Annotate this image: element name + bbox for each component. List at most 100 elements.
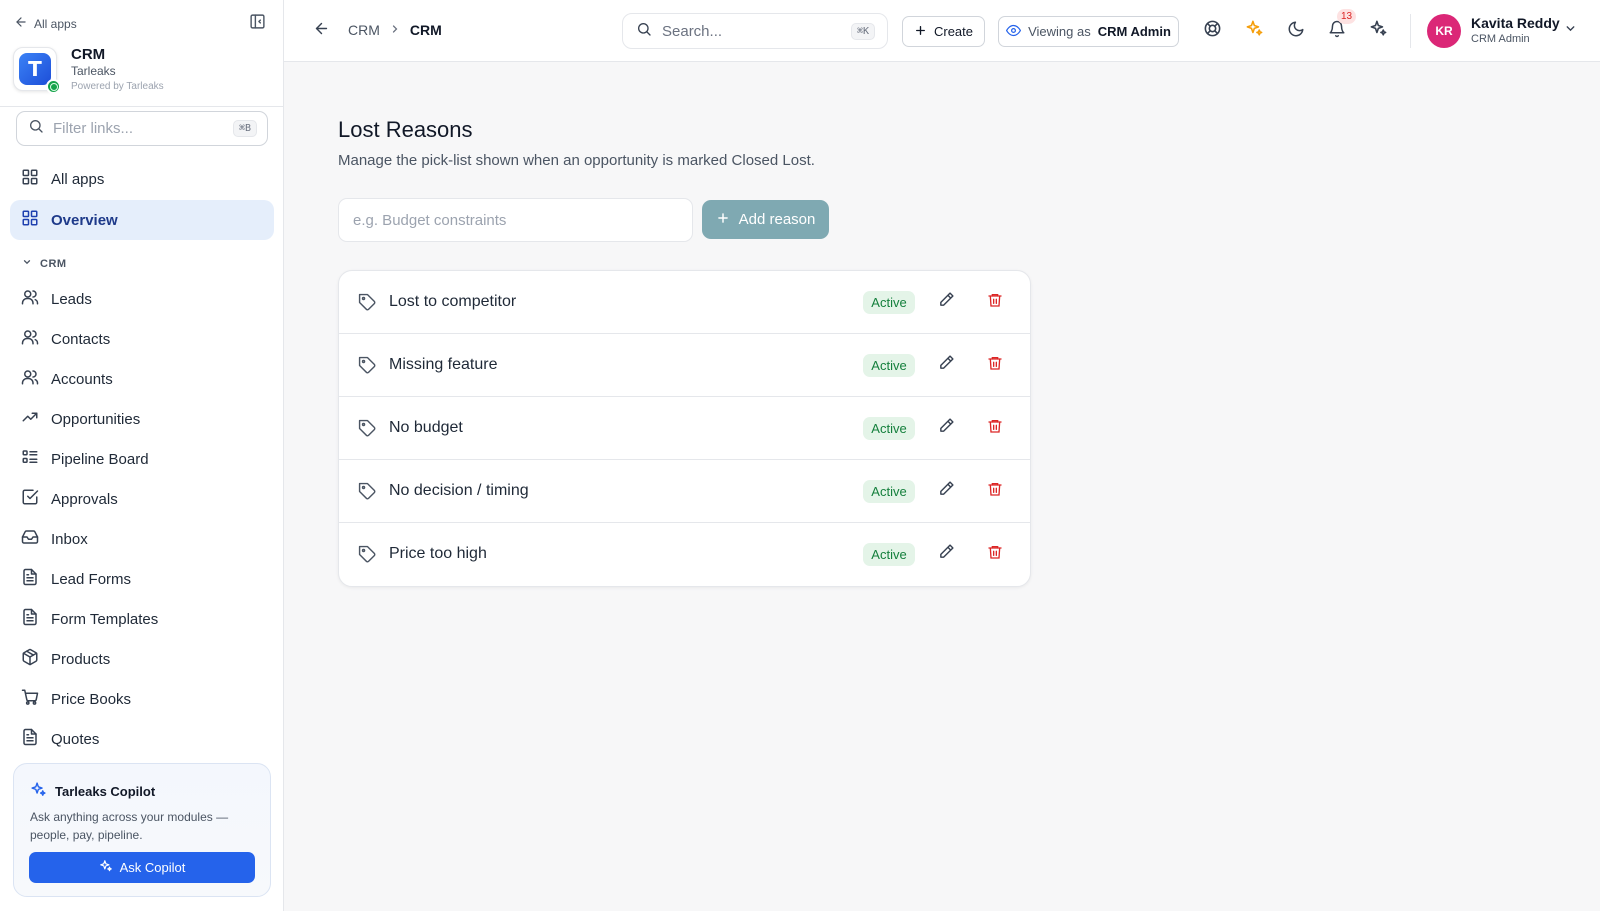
sidebar-header: All apps T CRM Tarleaks Powered by Tarle… [0, 0, 283, 107]
status-badge: Active [863, 543, 915, 566]
breadcrumb-current: CRM [409, 22, 442, 38]
app-powered-by: Powered by Tarleaks [71, 81, 164, 92]
search-icon [28, 118, 44, 139]
help-button[interactable] [1201, 20, 1223, 42]
edit-reason-button[interactable] [935, 543, 957, 565]
sidebar-item-accounts[interactable]: Accounts [10, 359, 274, 399]
sidebar-item-label: Lead Forms [51, 570, 132, 588]
tag-icon [356, 417, 378, 439]
user-menu-button[interactable] [1561, 22, 1579, 40]
global-search-input[interactable] [662, 22, 832, 40]
add-reason-label: Add reason [738, 211, 816, 228]
pencil-icon [938, 543, 955, 565]
package-icon [21, 648, 39, 670]
filter-links-input[interactable] [53, 120, 223, 137]
sidebar-item-label: Leads [51, 290, 92, 308]
sparkles-icon [1369, 19, 1388, 43]
delete-reason-button[interactable] [984, 480, 1006, 502]
search-icon [636, 21, 652, 42]
edit-reason-button[interactable] [935, 417, 957, 439]
sidebar-item-price-books[interactable]: Price Books [10, 679, 274, 719]
ask-copilot-label: Ask Copilot [119, 860, 186, 875]
sidebar-item-overview[interactable]: Overview [10, 200, 274, 240]
theme-toggle-button[interactable] [1285, 20, 1307, 42]
trash-icon [987, 292, 1003, 313]
sidebar-item-label: Approvals [51, 490, 118, 508]
ask-copilot-button[interactable]: Ask Copilot [29, 852, 255, 883]
reason-name: Price too high [389, 545, 487, 562]
status-badge: Active [863, 354, 915, 377]
sidebar-item-label: Overview [51, 211, 118, 229]
tag-icon [356, 291, 378, 313]
sidebar-section-crm-toggle[interactable]: CRM [22, 257, 67, 270]
sidebar-item-quotes[interactable]: Quotes [10, 719, 274, 759]
delete-reason-button[interactable] [984, 291, 1006, 313]
ai-features-button[interactable] [1243, 20, 1265, 42]
delete-reason-button[interactable] [984, 417, 1006, 439]
pencil-icon [938, 291, 955, 313]
search-shortcut-hint: ⌘K [850, 22, 875, 40]
user-role: CRM Admin [1471, 33, 1530, 45]
reason-name: Lost to competitor [389, 293, 517, 310]
sidebar-item-lead-forms[interactable]: Lead Forms [10, 559, 274, 599]
sidebar-item-products[interactable]: Products [10, 639, 274, 679]
filter-links-box: ⌘B [16, 111, 268, 146]
sidebar-item-opportunities[interactable]: Opportunities [10, 399, 274, 439]
moon-icon [1287, 20, 1305, 43]
edit-reason-button[interactable] [935, 354, 957, 376]
edit-reason-button[interactable] [935, 291, 957, 313]
trending-up-icon [21, 408, 39, 430]
delete-reason-button[interactable] [984, 354, 1006, 376]
copilot-card: Tarleaks Copilot Ask anything across you… [13, 763, 271, 897]
list-item: Missing feature Active [339, 334, 1030, 397]
arrow-left-icon [14, 15, 28, 32]
breadcrumb-item-crm[interactable]: CRM [348, 22, 380, 38]
delete-reason-button[interactable] [984, 543, 1006, 565]
board-icon [21, 448, 39, 470]
list-item: No budget Active [339, 397, 1030, 460]
sidebar-section-label: CRM [40, 257, 67, 270]
reason-name: No decision / timing [389, 482, 529, 499]
viewing-as-button[interactable]: Viewing as CRM Admin [998, 16, 1179, 47]
sidebar-item-form-templates[interactable]: Form Templates [10, 599, 274, 639]
page-subtitle: Manage the pick-list shown when an oppor… [338, 152, 815, 169]
viewing-as-role: CRM Admin [1097, 24, 1171, 39]
sidebar-item-pipeline-board[interactable]: Pipeline Board [10, 439, 274, 479]
back-button[interactable] [310, 20, 332, 42]
inbox-icon [21, 528, 39, 550]
app-name: CRM [71, 46, 106, 63]
app-logo: T [13, 47, 61, 94]
sidebar-item-inbox[interactable]: Inbox [10, 519, 274, 559]
back-to-all-apps-link[interactable]: All apps [14, 15, 77, 32]
create-label: Create [933, 24, 974, 39]
sidebar-item-contacts[interactable]: Contacts [10, 319, 274, 359]
app-org: Tarleaks [71, 64, 116, 78]
trash-icon [987, 355, 1003, 376]
list-item: Price too high Active [339, 523, 1030, 586]
sidebar-item-label: Pipeline Board [51, 450, 149, 468]
sidebar-item-leads[interactable]: Leads [10, 279, 274, 319]
chevron-right-icon [389, 22, 401, 38]
sidebar-item-approvals[interactable]: Approvals [10, 479, 274, 519]
add-reason-button[interactable]: Add reason [702, 200, 829, 239]
sidebar-item-all-apps[interactable]: All apps [10, 159, 274, 199]
eye-icon [1006, 23, 1022, 41]
edit-reason-button[interactable] [935, 480, 957, 502]
users-icon [21, 288, 39, 310]
reason-name: Missing feature [389, 356, 498, 373]
new-reason-input[interactable] [338, 198, 693, 242]
collapse-sidebar-button[interactable] [247, 14, 267, 34]
reason-name: No budget [389, 419, 463, 436]
status-badge: Active [863, 417, 915, 440]
avatar[interactable]: KR [1427, 14, 1461, 48]
tag-icon [356, 543, 378, 565]
chevron-down-icon [1564, 22, 1577, 40]
plus-icon [914, 24, 927, 40]
create-button[interactable]: Create [902, 16, 985, 47]
tag-icon [356, 354, 378, 376]
sparkles-icon [30, 781, 47, 801]
copilot-button[interactable] [1367, 20, 1389, 42]
trash-icon [987, 481, 1003, 502]
sidebar-item-label: Inbox [51, 530, 88, 548]
file-text-icon [21, 608, 39, 630]
